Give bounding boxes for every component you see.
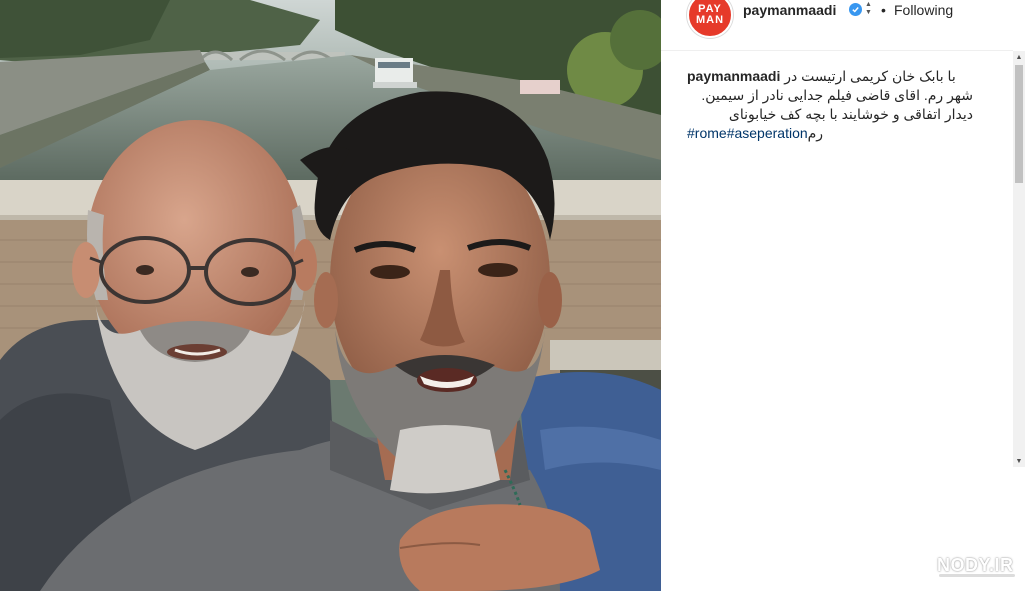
caption-line-2: شهر رم. اقای قاضی فیلم جدایی نادر از سیم… [701,87,973,103]
mini-spinner-icon: ▲ ▼ [865,1,872,16]
comments-scrollbar[interactable]: ▲ ▼ [1013,51,1025,467]
caption-text-1: با بابک خان کریمی ارتیست در [784,68,956,84]
hashtag-aseperation[interactable]: #aseperation [727,125,808,141]
post-side-panel: PAY MAN paymanmaadi ▲ ▼ • Following payma… [661,0,1025,591]
caption-line-3: دیدار اتفاقی و خوشایند با بچه کف خیابونا… [728,106,973,122]
selfie-illustration [0,0,661,591]
watermark-subline [939,574,1015,577]
scroll-up-arrow-icon[interactable]: ▲ [1013,51,1025,63]
caption-line-1: paymanmaadi با بابک خان کریمی ارتیست در [687,67,973,86]
following-button[interactable]: Following [894,2,953,18]
scroll-down-arrow-icon[interactable]: ▼ [1013,455,1025,467]
header-username-link[interactable]: paymanmaadi [743,2,836,18]
scrollbar-thumb[interactable] [1015,65,1023,183]
site-watermark: NODY.IR [937,555,1017,585]
verified-badge-icon [849,3,862,16]
caption-username-link[interactable]: paymanmaadi [687,68,780,84]
post-photo[interactable] [0,0,661,591]
caption-line-4: #rome#aseperationرم [687,124,973,143]
post-header: PAY MAN paymanmaadi ▲ ▼ • Following [661,0,1013,51]
comments-area[interactable]: paymanmaadi با بابک خان کریمی ارتیست در … [661,51,1013,591]
caption-line-4-tail: رم [807,125,824,141]
hashtag-rome[interactable]: #rome [687,125,727,141]
profile-avatar[interactable]: PAY MAN [687,0,733,38]
avatar-text-bottom: MAN [695,14,725,26]
post-caption: paymanmaadi با بابک خان کریمی ارتیست در … [687,67,973,143]
header-separator: • [881,2,886,18]
watermark-text: NODY.IR [937,555,1014,575]
